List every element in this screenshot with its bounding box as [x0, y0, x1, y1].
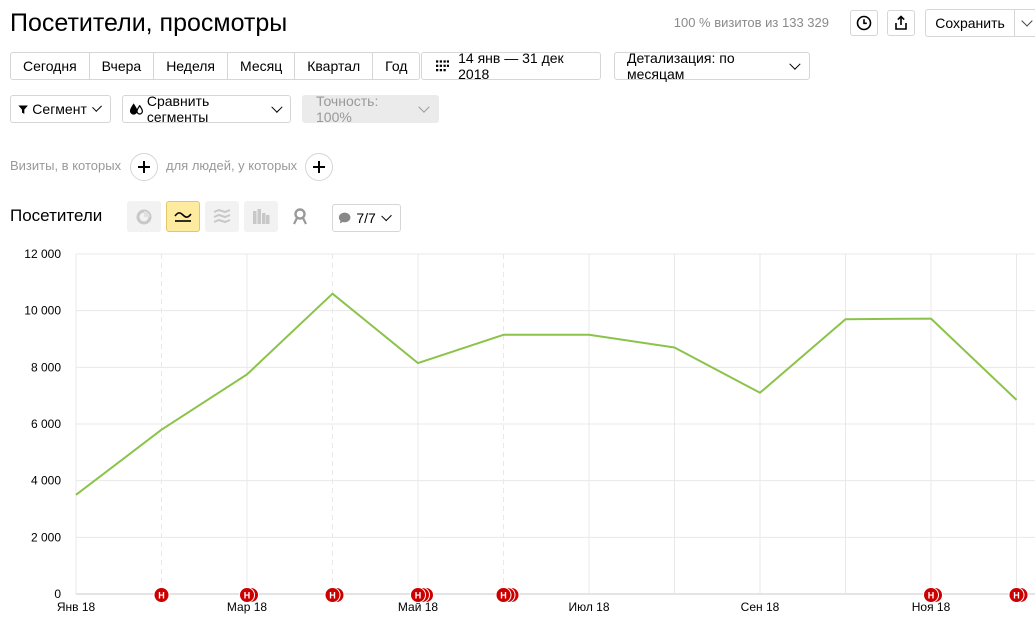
- accuracy-label: Точность: 100%: [316, 93, 379, 125]
- chart-type-line-button[interactable]: [166, 201, 200, 232]
- date-range-button[interactable]: 14 янв — 31 дек 2018: [421, 50, 601, 82]
- page-title: Посетители, просмотры: [10, 9, 288, 37]
- history-button[interactable]: [850, 10, 878, 36]
- period-week-button[interactable]: Неделя: [153, 53, 227, 79]
- calendar-icon: [436, 60, 450, 72]
- annotation-marker-label: Н: [244, 591, 251, 601]
- plus-icon: [313, 161, 325, 173]
- visitors-series-line: [75, 292, 1018, 496]
- accuracy-dropdown[interactable]: Точность: 100%: [302, 93, 439, 125]
- compare-segments-button[interactable]: Сравнить сегменты: [122, 93, 291, 125]
- map-pin-icon: [293, 208, 307, 225]
- export-button[interactable]: [887, 10, 915, 36]
- annotations-dropdown[interactable]: 7/7: [332, 204, 401, 232]
- annotation-marker-label: Н: [329, 591, 336, 601]
- period-today-button[interactable]: Сегодня: [11, 53, 89, 79]
- share-icon: [895, 15, 907, 30]
- y-tick-label: 12 000: [24, 247, 61, 261]
- annotation-marker-label: Н: [928, 591, 935, 601]
- chart-type-map-button[interactable]: [289, 207, 311, 227]
- chart-title: Посетители: [10, 206, 103, 225]
- x-tick-label: Сен 18: [741, 600, 780, 614]
- detail-label: Детализация: по месяцам: [627, 50, 735, 82]
- pie-icon: [136, 209, 152, 224]
- y-tick-label: 8 000: [31, 360, 61, 374]
- area-icon: [213, 208, 231, 223]
- visits-stat: 100 % визитов из 133 329: [673, 15, 829, 30]
- chart-type-area-button[interactable]: [205, 201, 239, 232]
- y-tick-label: 0: [54, 587, 61, 601]
- chevron-down-icon: [789, 58, 801, 69]
- visits-condition-label: Визиты, в которых: [10, 158, 122, 173]
- segment-label: Сегмент: [32, 101, 87, 117]
- y-tick-label: 2 000: [31, 530, 61, 544]
- chevron-down-icon: [270, 101, 282, 112]
- x-tick-label: Июл 18: [568, 600, 609, 614]
- annotation-marker-label: Н: [1013, 591, 1020, 601]
- save-options-button[interactable]: [1014, 9, 1035, 37]
- chevron-down-icon: [418, 100, 430, 113]
- bar-icon: [253, 208, 270, 224]
- y-tick-label: 6 000: [31, 417, 61, 431]
- chevron-down-icon: [381, 210, 392, 221]
- chevron-down-icon: [91, 101, 102, 112]
- add-people-condition-button[interactable]: [305, 153, 333, 181]
- annotation-marker-label: Н: [158, 591, 165, 601]
- period-year-button[interactable]: Год: [372, 53, 419, 79]
- segment-button[interactable]: Сегмент: [10, 95, 111, 123]
- date-range-label: 14 янв — 31 дек 2018: [458, 50, 564, 82]
- visitors-line-chart: 02 0004 0006 0008 00010 00012 000Янв 18 М…: [24, 247, 1035, 614]
- annotation-marker-label: Н: [415, 591, 422, 601]
- comment-icon: [338, 212, 351, 224]
- x-tick-label: Янв 18: [57, 600, 96, 614]
- add-visit-condition-button[interactable]: [130, 153, 158, 181]
- clock-icon: [856, 15, 872, 31]
- annotations-count: 7/7: [356, 210, 376, 226]
- y-tick-label: 10 000: [24, 304, 61, 318]
- y-tick-label: 4 000: [31, 474, 61, 488]
- period-selector: Сегодня Вчера Неделя Месяц Квартал Год: [10, 52, 421, 80]
- chart-type-bar-button[interactable]: [244, 201, 278, 232]
- detail-dropdown[interactable]: Детализация: по месяцам: [614, 50, 810, 82]
- filter-icon: [18, 104, 28, 114]
- save-button[interactable]: Сохранить: [925, 9, 1015, 37]
- chevron-down-icon: [1021, 14, 1033, 27]
- period-yesterday-button[interactable]: Вчера: [88, 53, 154, 79]
- annotation-marker-label: Н: [500, 591, 507, 601]
- compare-label: Сравнить сегменты: [146, 93, 210, 125]
- plus-icon: [138, 161, 150, 173]
- drops-icon: [129, 103, 143, 115]
- period-month-button[interactable]: Месяц: [227, 53, 294, 79]
- line-icon: [174, 211, 192, 222]
- period-quarter-button[interactable]: Квартал: [294, 53, 372, 79]
- chart-type-pie-button[interactable]: [127, 201, 161, 232]
- people-condition-label: для людей, у которых: [166, 158, 298, 173]
